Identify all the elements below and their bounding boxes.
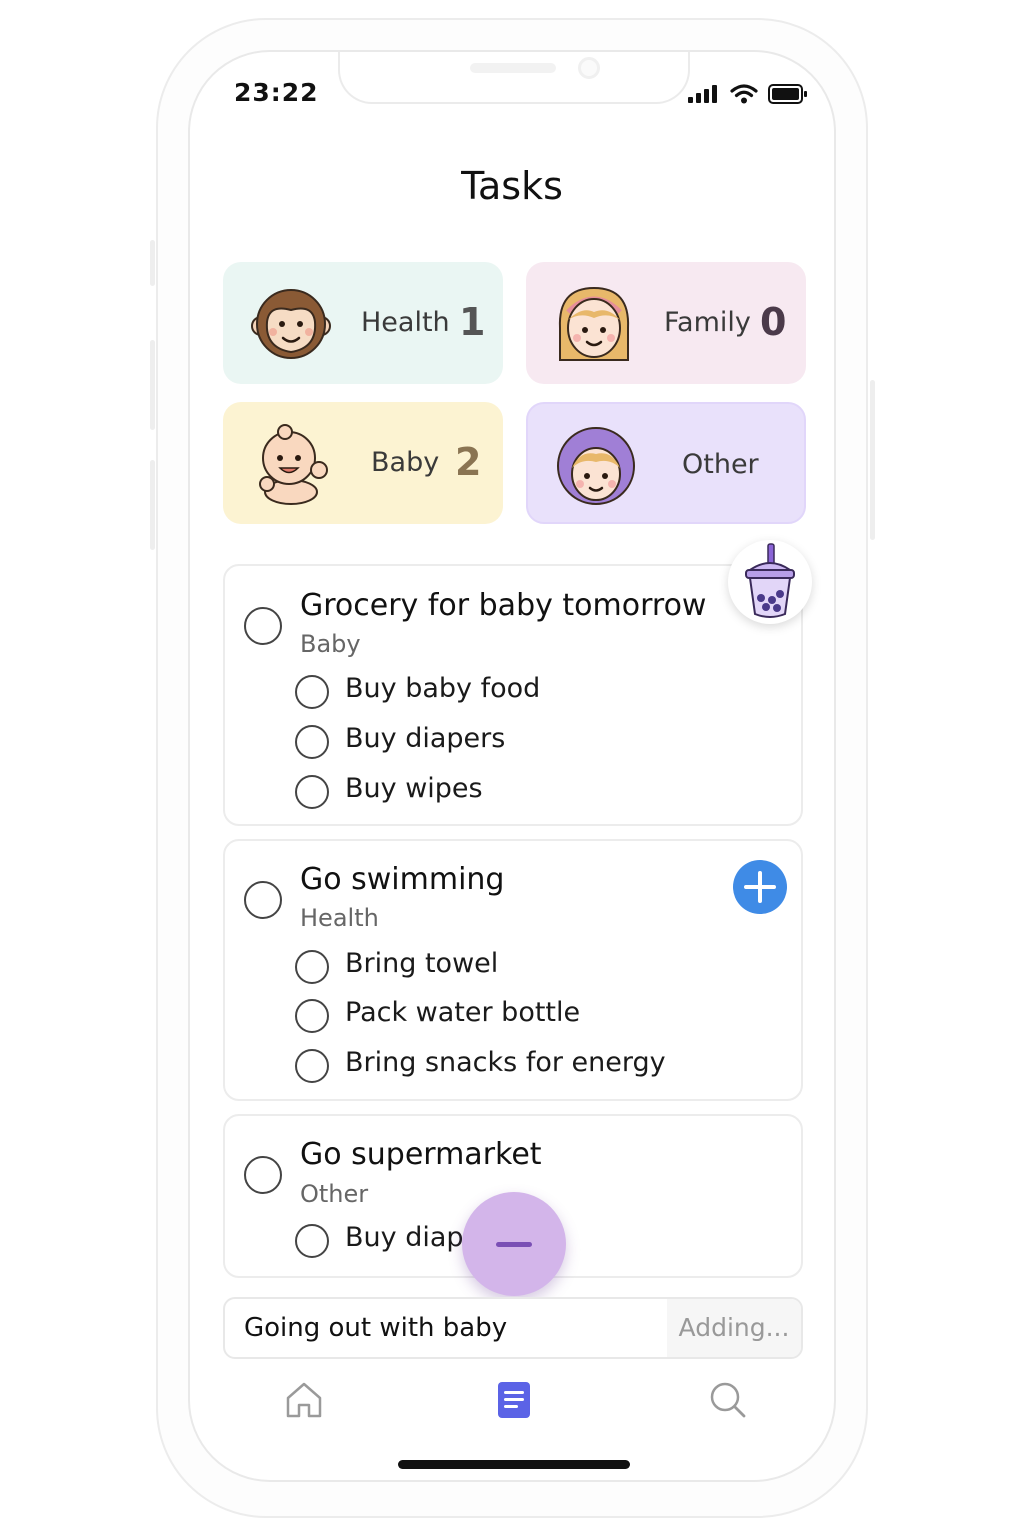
boba-tea-icon bbox=[745, 543, 795, 618]
category-baby[interactable]: Baby 2 bbox=[223, 402, 503, 524]
subtask-checkbox[interactable] bbox=[295, 675, 329, 709]
task-title: Grocery for baby tomorrow bbox=[300, 588, 707, 623]
subtask-label: Buy baby food bbox=[345, 673, 541, 704]
boba-tea-button[interactable] bbox=[728, 540, 812, 624]
phone-side-button bbox=[150, 240, 155, 286]
signal-icon bbox=[688, 85, 717, 103]
subtask-label: Bring snacks for energy bbox=[345, 1047, 666, 1078]
front-camera bbox=[578, 57, 600, 79]
subtask-label: Buy wipes bbox=[345, 773, 483, 804]
notch bbox=[338, 52, 690, 104]
page-title: Tasks bbox=[461, 164, 563, 208]
task-category: Health bbox=[300, 904, 379, 932]
baby-avatar-icon bbox=[259, 424, 328, 505]
task-checkbox[interactable] bbox=[244, 1156, 282, 1194]
tab-search[interactable] bbox=[706, 1378, 750, 1422]
tab-tasks[interactable] bbox=[492, 1378, 536, 1422]
subtask-checkbox[interactable] bbox=[295, 725, 329, 759]
task-checkbox[interactable] bbox=[244, 607, 282, 645]
category-label: Family bbox=[664, 307, 751, 338]
home-icon bbox=[286, 1382, 322, 1418]
home-indicator bbox=[398, 1460, 630, 1469]
remove-fab-button[interactable] bbox=[462, 1192, 566, 1296]
adding-status: Adding... bbox=[667, 1299, 801, 1357]
minus-icon bbox=[496, 1242, 532, 1247]
task-title: Go supermarket bbox=[300, 1137, 542, 1172]
girl-avatar-icon bbox=[558, 286, 630, 361]
battery-icon bbox=[768, 84, 807, 104]
subtask-label: Pack water bottle bbox=[345, 997, 581, 1028]
wifi-icon bbox=[730, 84, 758, 104]
status-icons bbox=[688, 84, 808, 104]
category-health[interactable]: Health 1 bbox=[223, 262, 503, 384]
category-family[interactable]: Family 0 bbox=[526, 262, 806, 384]
category-label: Other bbox=[682, 449, 759, 480]
new-task-text: Going out with baby bbox=[244, 1313, 508, 1343]
tasks-icon bbox=[498, 1382, 530, 1418]
search-icon bbox=[710, 1382, 746, 1418]
phone-screen: 23:22 Tasks Health 1 Family 0 Baby 2 Oth… bbox=[188, 50, 836, 1482]
add-subtask-button[interactable] bbox=[733, 860, 787, 914]
subtask-checkbox[interactable] bbox=[295, 1224, 329, 1258]
task-card: Go swimming Health Bring towel Pack wate… bbox=[223, 839, 803, 1101]
phone-side-button bbox=[150, 460, 155, 550]
plus-icon bbox=[744, 871, 776, 903]
new-task-input[interactable]: Going out with baby Adding... bbox=[223, 1297, 803, 1359]
subtask-label: Buy diapers bbox=[345, 723, 506, 754]
girl-purple-avatar-icon bbox=[557, 427, 635, 505]
subtask-label: Bring towel bbox=[345, 948, 499, 979]
tab-home[interactable] bbox=[282, 1378, 326, 1422]
subtask-checkbox[interactable] bbox=[295, 999, 329, 1033]
task-card: Grocery for baby tomorrow Baby Buy baby … bbox=[223, 564, 803, 826]
category-label: Baby bbox=[371, 447, 440, 478]
category-count: 2 bbox=[455, 440, 482, 484]
status-time: 23:22 bbox=[234, 78, 319, 107]
subtask-checkbox[interactable] bbox=[295, 775, 329, 809]
category-count: 0 bbox=[760, 300, 787, 344]
category-label: Health bbox=[361, 307, 450, 338]
phone-side-button bbox=[870, 380, 875, 540]
task-checkbox[interactable] bbox=[244, 881, 282, 919]
task-title: Go swimming bbox=[300, 862, 505, 897]
subtask-label: Buy diape bbox=[345, 1222, 481, 1253]
subtask-checkbox[interactable] bbox=[295, 950, 329, 984]
task-category: Baby bbox=[300, 630, 361, 658]
phone-side-button bbox=[150, 340, 155, 430]
subtask-checkbox[interactable] bbox=[295, 1049, 329, 1083]
category-other[interactable]: Other bbox=[526, 402, 806, 524]
monkey-avatar-icon bbox=[251, 289, 331, 359]
category-count: 1 bbox=[459, 300, 486, 344]
speaker bbox=[470, 63, 556, 73]
task-category: Other bbox=[300, 1180, 369, 1208]
